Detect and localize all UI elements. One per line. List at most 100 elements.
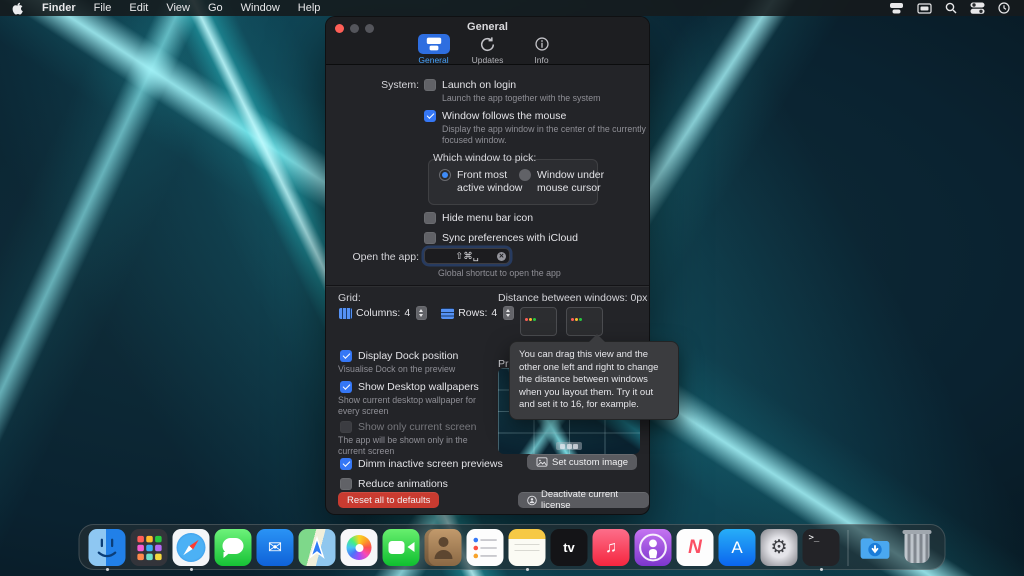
spotlight-icon[interactable]: [945, 2, 957, 14]
safari-icon: [172, 529, 210, 566]
window-title: General: [467, 21, 508, 33]
dock-app-appstore[interactable]: A: [718, 529, 756, 570]
dock-app-notes[interactable]: [508, 529, 546, 571]
toolbar-tabs: General Updates Info: [326, 34, 649, 65]
menu-status-area: [889, 2, 1024, 14]
dock-app-podcasts[interactable]: [634, 529, 672, 570]
maps-icon: [298, 529, 336, 566]
dimm-inactive-checkbox[interactable]: [340, 458, 352, 470]
tab-info-label: Info: [534, 55, 549, 65]
only-current-row: Show only current screen: [340, 421, 476, 433]
hide-menu-bar-checkbox[interactable]: [424, 212, 436, 224]
columns-label: Columns:: [356, 307, 401, 319]
display-icon[interactable]: [917, 2, 932, 14]
launch-on-login-label: Launch on login: [442, 79, 517, 91]
menu-finder[interactable]: Finder: [42, 2, 76, 14]
display-dock-row: Display Dock position: [340, 350, 458, 362]
grid-controls: Columns: 4 Rows: 4: [339, 306, 515, 320]
launch-on-login-row: Launch on login: [424, 79, 516, 91]
dock-app-messages[interactable]: [214, 529, 252, 570]
running-indicator: [819, 568, 823, 571]
under-mouse-option: Window under mouse cursor: [519, 169, 605, 195]
system-settings-icon: ⚙: [760, 529, 798, 566]
tab-updates[interactable]: Updates: [466, 34, 510, 65]
sync-icloud-row: Sync preferences with iCloud: [424, 232, 578, 244]
tab-general[interactable]: General: [412, 34, 456, 65]
tab-info[interactable]: Info: [520, 34, 564, 65]
clear-shortcut-icon[interactable]: ✕: [497, 251, 506, 261]
dock-folder-downloads[interactable]: [857, 529, 894, 570]
control-center-icon[interactable]: [970, 2, 985, 14]
dock-app-mail[interactable]: ✉: [256, 529, 294, 570]
display-dock-checkbox[interactable]: [340, 350, 352, 362]
rows-label: Rows:: [458, 307, 488, 319]
clock-icon[interactable]: [998, 2, 1010, 14]
tab-general-label: General: [418, 55, 449, 65]
rows-value: 4: [491, 307, 498, 319]
which-window-group: Front most active window Window under mo…: [428, 159, 604, 205]
front-most-radio[interactable]: [439, 169, 451, 181]
dock-app-finder[interactable]: [88, 529, 126, 571]
front-most-option: Front most active window: [439, 169, 523, 195]
set-custom-image-button[interactable]: Set custom image: [527, 454, 638, 470]
facetime-icon: [382, 529, 420, 566]
deactivate-license-button[interactable]: Deactivate current license: [518, 489, 649, 511]
menu-window[interactable]: Window: [241, 2, 280, 14]
show-wallpapers-checkbox[interactable]: [340, 381, 352, 393]
reduce-animations-checkbox[interactable]: [340, 478, 352, 490]
open-app-caption: Global shortcut to open the app: [438, 268, 561, 278]
rows-icon: [441, 307, 455, 319]
menu-bar: Finder File Edit View Go Window Help: [0, 0, 1024, 16]
dock-app-reminders[interactable]: [466, 529, 504, 570]
dock-app-launchpad[interactable]: [130, 529, 168, 570]
stacked-windows-icon: [417, 34, 450, 54]
dock-app-maps[interactable]: [298, 529, 336, 570]
distance-tooltip: You can drag this view and the other one…: [509, 334, 679, 420]
under-mouse-label: Window under mouse cursor: [537, 169, 605, 195]
columns-stepper[interactable]: [416, 306, 428, 320]
license-icon: [527, 495, 537, 505]
distance-window-left[interactable]: [520, 307, 557, 336]
tv-icon: tv: [550, 529, 588, 566]
dock-app-facetime[interactable]: [382, 529, 420, 570]
window-follows-checkbox[interactable]: [424, 110, 436, 122]
dock-app-terminal[interactable]: >_: [802, 529, 840, 571]
news-glyph: N: [688, 536, 702, 558]
section-divider: [326, 285, 649, 286]
shortcut-field[interactable]: ⇧⌘␣ ✕: [424, 248, 510, 264]
sync-icloud-label: Sync preferences with iCloud: [442, 232, 578, 244]
preferences-window: General General Updates Info System: Lau…: [325, 16, 650, 515]
dock-app-settings[interactable]: ⚙: [760, 529, 798, 570]
menu-go[interactable]: Go: [208, 2, 223, 14]
window-follows-row: Window follows the mouse: [424, 110, 566, 122]
dock-app-music[interactable]: ♫: [592, 529, 630, 570]
dimm-inactive-label: Dimm inactive screen previews: [358, 458, 503, 470]
music-icon: ♫: [592, 529, 630, 566]
dock-app-contacts[interactable]: [424, 529, 462, 570]
hide-menu-bar-label: Hide menu bar icon: [442, 212, 534, 224]
dock-app-photos[interactable]: [340, 529, 378, 570]
launch-on-login-checkbox[interactable]: [424, 79, 436, 91]
title-bar: General General Updates Info: [326, 17, 649, 65]
apple-menu[interactable]: [12, 2, 23, 15]
distance-window-right[interactable]: [566, 307, 603, 336]
window-follows-label: Window follows the mouse: [442, 110, 567, 122]
news-icon: N: [676, 529, 714, 566]
rows-stepper[interactable]: [503, 306, 515, 320]
window-follows-caption: Display the app window in the center of …: [442, 124, 646, 146]
menu-file[interactable]: File: [94, 2, 112, 14]
dock-app-news[interactable]: N: [676, 529, 714, 570]
menu-view[interactable]: View: [166, 2, 190, 14]
menu-help[interactable]: Help: [298, 2, 321, 14]
dock-app-safari[interactable]: [172, 529, 210, 571]
only-current-checkbox[interactable]: [340, 421, 352, 433]
dimm-inactive-row: Dimm inactive screen previews: [340, 458, 503, 470]
system-section-label: System:: [381, 79, 419, 91]
dock-app-tv[interactable]: tv: [550, 529, 588, 570]
under-mouse-radio[interactable]: [519, 169, 531, 181]
sync-icloud-checkbox[interactable]: [424, 232, 436, 244]
dock-trash[interactable]: [899, 529, 936, 570]
window-manager-icon[interactable]: [889, 2, 904, 14]
reset-defaults-button[interactable]: Reset all to defaults: [338, 492, 440, 508]
menu-edit[interactable]: Edit: [129, 2, 148, 14]
